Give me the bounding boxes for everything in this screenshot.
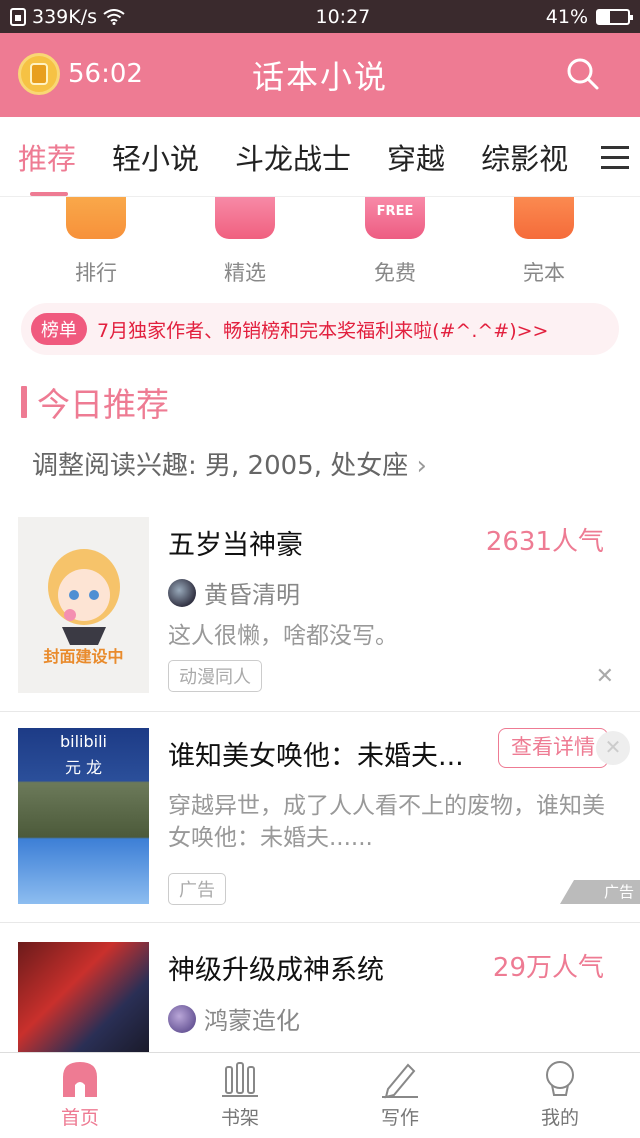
avatar	[168, 1004, 196, 1033]
notice-badge: 榜单	[31, 313, 87, 345]
author-row: 黄昏清明	[168, 575, 300, 610]
ad-badge: 广告	[560, 880, 640, 904]
book-tag: 动漫同人	[168, 660, 262, 692]
status-left: 339K/s	[10, 6, 250, 28]
nav-label: 写作	[380, 1107, 419, 1129]
quick-entry-label: 完本	[523, 261, 565, 285]
quick-entry-featured[interactable]: 精选	[185, 197, 305, 287]
nav-home[interactable]: 首页	[0, 1053, 160, 1138]
book-description: 穿越异世，成了人人看不上的废物，谁知美女唤他：未婚夫......	[168, 793, 605, 851]
nav-bookshelf[interactable]: 书架	[160, 1053, 320, 1138]
app-root: 339K/s 10:27 41% 56:02 话本小说 推荐 轻小说 斗龙战士 …	[0, 0, 640, 1138]
category-tabs: 推荐 轻小说 斗龙战士 穿越 综影视	[0, 117, 640, 197]
chevron-right-icon: ›	[416, 451, 427, 481]
quick-entry-label: 免费	[374, 261, 416, 285]
cover-text: bilibili	[60, 732, 107, 751]
nav-label: 首页	[60, 1107, 99, 1129]
tab-recommend[interactable]: 推荐	[18, 136, 76, 196]
check-book-icon	[514, 197, 574, 239]
book-title: 神级升级成神系统	[168, 955, 384, 986]
home-icon	[63, 1062, 97, 1097]
book-author: 鸿蒙造化	[204, 1007, 300, 1035]
quick-entry-completed[interactable]: 完本	[484, 197, 604, 287]
quick-entry-label: 精选	[224, 261, 266, 285]
quick-entry-ranking[interactable]: 排行	[36, 197, 156, 287]
book-title: 五岁当神豪	[168, 530, 303, 561]
avatar	[168, 578, 196, 607]
nav-label: 书架	[220, 1107, 259, 1129]
tab-light-novel[interactable]: 轻小说	[112, 136, 199, 178]
tab-time-travel[interactable]: 穿越	[387, 136, 445, 178]
cover-text: 封面建设中	[43, 647, 124, 666]
notice-text: 7月独家作者、畅销榜和完本奖福利来啦(#^.^#)>>	[97, 319, 549, 342]
book-cover	[18, 942, 149, 1052]
app-header: 56:02 话本小说	[0, 33, 640, 117]
cover-text: 元 龙	[64, 758, 103, 777]
status-time: 10:27	[315, 5, 371, 28]
nav-label: 我的	[540, 1107, 579, 1129]
divider	[0, 922, 640, 923]
notice-banner[interactable]: 榜单 7月独家作者、畅销榜和完本奖福利来啦(#^.^#)>>	[21, 303, 619, 355]
quick-entry-label: 排行	[75, 261, 117, 285]
status-right: 41%	[545, 5, 633, 28]
battery-percent: 41%	[545, 5, 588, 28]
bottom-nav: 首页 书架 写作 我的	[0, 1052, 640, 1138]
free-icon: FREE	[365, 197, 425, 239]
quick-entry-free[interactable]: FREE 免费	[335, 197, 455, 287]
nav-write[interactable]: 写作	[320, 1053, 480, 1138]
trophy-icon	[66, 197, 126, 239]
section-bar	[21, 386, 27, 418]
network-speed: 339K/s	[32, 5, 98, 28]
section-title: 今日推荐	[37, 385, 169, 424]
close-icon[interactable]: ✕	[596, 731, 630, 765]
tab-film-tv[interactable]: 综影视	[481, 136, 568, 178]
profile-icon	[546, 1061, 574, 1096]
star-icon	[215, 197, 275, 239]
battery-icon	[596, 8, 633, 25]
quick-entries: 排行 精选 FREE 免费 完本	[0, 197, 640, 287]
sim-icon	[10, 7, 26, 26]
tab-dragon-warrior[interactable]: 斗龙战士	[235, 136, 351, 178]
wifi-icon	[103, 8, 125, 25]
pen-icon	[382, 1063, 418, 1099]
book-author: 黄昏清明	[204, 581, 300, 609]
battery-level	[598, 10, 611, 23]
nav-profile[interactable]: 我的	[480, 1053, 640, 1138]
reading-interest-link[interactable]: 调整阅读兴趣: 男, 2005, 处女座 ›	[32, 445, 427, 482]
section-header: 今日推荐	[21, 378, 169, 426]
close-icon[interactable]: ✕	[596, 664, 614, 689]
ad-tag: 广告	[168, 873, 226, 905]
author-row: 鸿蒙造化	[168, 1001, 300, 1036]
app-title: 话本小说	[251, 58, 388, 96]
book-cover: 封面建设中	[18, 517, 149, 693]
search-icon[interactable]	[566, 57, 600, 91]
divider	[0, 711, 640, 712]
status-bar: 339K/s 10:27 41%	[0, 0, 640, 33]
bookshelf-icon	[222, 1062, 258, 1097]
interest-text: 调整阅读兴趣: 男, 2005, 处女座	[32, 451, 417, 481]
ad-cover: bilibili 元 龙	[18, 728, 149, 904]
menu-icon[interactable]	[590, 117, 640, 196]
book-title: 谁知美女唤他：未婚夫...	[168, 741, 464, 772]
view-details-button[interactable]: 查看详情	[498, 728, 608, 768]
book-popularity: 2631人气	[485, 527, 604, 557]
book-description: 这人很懒，啥都没写。	[168, 623, 398, 649]
book-popularity: 29万人气	[492, 953, 604, 983]
